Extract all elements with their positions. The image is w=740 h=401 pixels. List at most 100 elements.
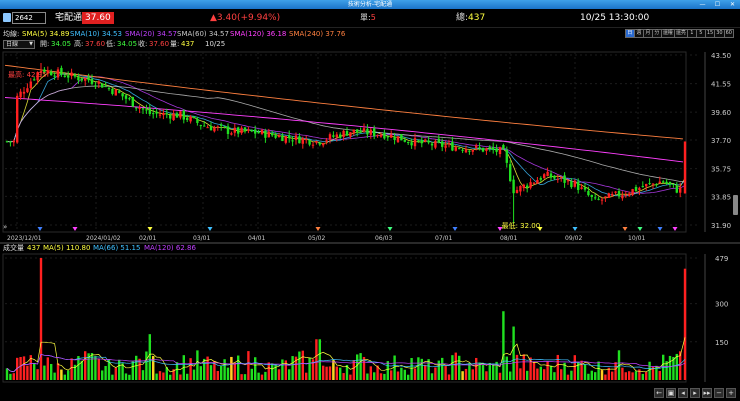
volume-bar bbox=[386, 361, 389, 380]
scroll-left-icon[interactable]: ◂ bbox=[678, 388, 688, 398]
candle-body bbox=[379, 134, 383, 137]
volume-title: 成交量 bbox=[3, 244, 24, 252]
volume-bar bbox=[458, 355, 461, 380]
candle-body bbox=[539, 178, 542, 180]
candle-body bbox=[111, 88, 114, 94]
crosshair-icon[interactable]: ▣ bbox=[666, 388, 676, 398]
candle-body bbox=[101, 83, 104, 88]
candle-body bbox=[264, 130, 267, 138]
volume-bar bbox=[43, 365, 46, 380]
price-tick-label: 31.90 bbox=[711, 222, 731, 230]
candle-body bbox=[254, 129, 257, 134]
scrollbar-thumb[interactable] bbox=[733, 195, 738, 215]
volume-bar bbox=[209, 365, 213, 380]
low-annotation: 最低: 32.00 bbox=[502, 221, 541, 230]
event-marker-icon bbox=[315, 227, 321, 231]
candle-body bbox=[407, 141, 410, 143]
volume-bar bbox=[451, 355, 454, 380]
zoom-in-icon[interactable]: + bbox=[726, 388, 736, 398]
volume-bar bbox=[566, 374, 570, 380]
candle-body bbox=[128, 98, 131, 100]
candle-body bbox=[376, 134, 379, 136]
volume-bar bbox=[308, 357, 311, 380]
vol-ma120: MA(120) 62.86 bbox=[144, 244, 196, 252]
event-marker-icon bbox=[207, 227, 213, 231]
volume-bar bbox=[196, 350, 199, 380]
expand-icon[interactable]: » bbox=[3, 223, 7, 231]
candle-body bbox=[631, 189, 634, 196]
scroll-right-icon[interactable]: ▸ bbox=[690, 388, 700, 398]
volume-bar bbox=[264, 371, 267, 380]
volume-bar bbox=[390, 370, 393, 380]
volume-bar bbox=[621, 367, 624, 380]
candle-body bbox=[424, 139, 427, 142]
price-panel-frame bbox=[2, 51, 687, 233]
jump-end-icon[interactable]: ▸▸ bbox=[702, 388, 712, 398]
candle-body bbox=[488, 146, 491, 149]
candle-body bbox=[590, 195, 593, 197]
candle-body bbox=[553, 175, 556, 179]
price-tick-label: 35.75 bbox=[711, 166, 731, 174]
volume-bar bbox=[553, 372, 556, 380]
candle-body bbox=[611, 193, 614, 196]
candle-body bbox=[243, 127, 247, 132]
candle-body bbox=[80, 78, 83, 81]
candle-body bbox=[124, 95, 128, 99]
candle-body bbox=[645, 184, 648, 187]
price-tick-label: 41.55 bbox=[711, 81, 731, 89]
price-tick-label: 43.50 bbox=[711, 52, 731, 60]
volume-bar bbox=[628, 371, 631, 380]
grid bbox=[5, 52, 700, 343]
volume-bar bbox=[315, 339, 318, 380]
candle-body bbox=[512, 179, 515, 194]
candle-body bbox=[607, 193, 610, 198]
volume-bar bbox=[434, 367, 437, 380]
candle-body bbox=[390, 134, 393, 138]
candle-body bbox=[342, 130, 345, 137]
candle-body bbox=[349, 132, 352, 137]
volume-bar bbox=[26, 365, 29, 380]
volume-bar bbox=[94, 356, 97, 380]
volume-bar bbox=[97, 358, 100, 380]
volume-bar bbox=[111, 374, 114, 380]
candle-body bbox=[179, 111, 182, 118]
volume-bar bbox=[536, 368, 539, 380]
volume-bar-flat bbox=[332, 360, 335, 380]
volume-bar bbox=[590, 370, 593, 380]
vol-tick-label: 300 bbox=[715, 301, 728, 309]
volume-bar bbox=[342, 373, 345, 380]
volume-bar bbox=[407, 374, 410, 380]
candle-body bbox=[509, 164, 512, 182]
candle-body bbox=[339, 134, 342, 138]
candle-body bbox=[70, 72, 73, 76]
volume-bar-flat bbox=[600, 370, 604, 380]
volume-bar bbox=[403, 369, 406, 380]
volume-bar bbox=[19, 356, 22, 380]
candle-body bbox=[563, 175, 566, 183]
candle-body bbox=[148, 108, 151, 115]
candle-body bbox=[291, 140, 294, 142]
candle-body bbox=[492, 147, 495, 150]
candle-body bbox=[413, 138, 417, 147]
volume-bar bbox=[267, 362, 270, 380]
candle-body bbox=[94, 85, 97, 87]
candle-body bbox=[410, 142, 413, 146]
back-icon[interactable]: ← bbox=[654, 388, 664, 398]
volume-bar bbox=[179, 374, 182, 380]
zoom-out-icon[interactable]: − bbox=[714, 388, 724, 398]
candle-body bbox=[461, 149, 464, 151]
volume-bar bbox=[577, 361, 580, 380]
candle-body bbox=[594, 197, 597, 199]
candle-body bbox=[84, 78, 87, 81]
candle-body bbox=[192, 116, 196, 118]
volume-bar bbox=[220, 365, 223, 380]
price-volume-chart[interactable]: 43.50 41.55 39.60 37.70 35.75 33.85 31.90 2023/… bbox=[0, 0, 740, 401]
candle-body bbox=[155, 111, 158, 114]
volume-bar bbox=[131, 361, 134, 380]
candle-body bbox=[46, 70, 49, 74]
volume-bar bbox=[468, 363, 471, 380]
volume-bar bbox=[410, 358, 413, 380]
candle-body bbox=[196, 118, 199, 123]
sma240-line bbox=[4, 64, 684, 140]
candle-body bbox=[162, 112, 165, 116]
